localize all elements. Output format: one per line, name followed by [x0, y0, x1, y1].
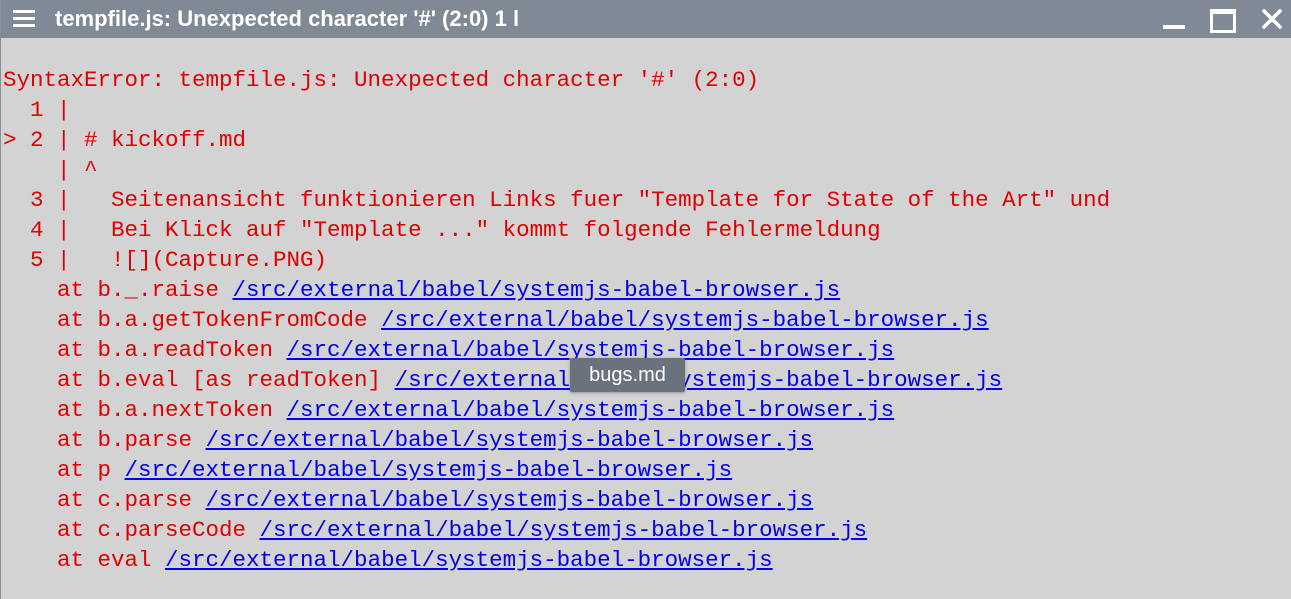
- stack-frame-link[interactable]: /src/external/babel/systemjs-babel-brows…: [206, 487, 814, 513]
- stack-frame-link[interactable]: /src/external/babel/systemjs-babel-brows…: [287, 397, 895, 423]
- error-content: SyntaxError: tempfile.js: Unexpected cha…: [1, 38, 1291, 599]
- stack-frame: at b.parse /src/external/babel/systemjs-…: [3, 425, 1110, 455]
- stack-frame-function: at b.eval [as readToken]: [3, 367, 395, 393]
- code-frame-line: 5 | ![](Capture.PNG): [3, 247, 328, 273]
- code-frame-line: 1 |: [3, 97, 71, 123]
- stack-frame-link[interactable]: /src/external/babel/systemjs-babel-brows…: [381, 307, 989, 333]
- error-message: SyntaxError: tempfile.js: Unexpected cha…: [3, 67, 760, 93]
- code-frame-line: 3 | Seitenansicht funktionieren Links fu…: [3, 187, 1111, 213]
- tooltip: bugs.md: [570, 358, 685, 392]
- stack-frame: at b._.raise /src/external/babel/systemj…: [3, 275, 1110, 305]
- stack-frame-function: at b.a.getTokenFromCode: [3, 307, 382, 333]
- stack-frame-link[interactable]: /src/external/babel/systemjs-babel-brows…: [395, 367, 1003, 393]
- stack-frame-link[interactable]: /src/external/babel/systemjs-babel-brows…: [125, 457, 733, 483]
- error-window: tempfile.js: Unexpected character '#' (2…: [0, 0, 1291, 599]
- stack-frame-function: at b._.raise: [3, 277, 233, 303]
- stack-frame-link[interactable]: /src/external/babel/systemjs-babel-brows…: [233, 277, 841, 303]
- stack-frame: at b.a.readToken /src/external/babel/sys…: [3, 335, 1110, 365]
- stack-frame-link[interactable]: /src/external/babel/systemjs-babel-brows…: [260, 517, 868, 543]
- stack-frame-link[interactable]: /src/external/babel/systemjs-babel-brows…: [206, 427, 814, 453]
- code-frame-line: | ^: [3, 157, 98, 183]
- stack-frame-function: at b.a.nextToken: [3, 397, 287, 423]
- stack-frame-function: at b.a.readToken: [3, 337, 287, 363]
- close-icon[interactable]: [1259, 6, 1285, 32]
- stack-frame: at p /src/external/babel/systemjs-babel-…: [3, 455, 1110, 485]
- minimize-icon[interactable]: [1161, 6, 1187, 32]
- stack-frame-function: at c.parseCode: [3, 517, 260, 543]
- title-bar[interactable]: tempfile.js: Unexpected character '#' (2…: [1, 0, 1291, 38]
- stack-frame-function: at c.parse: [3, 487, 206, 513]
- maximize-icon[interactable]: [1209, 6, 1236, 33]
- stack-frame: at c.parse /src/external/babel/systemjs-…: [3, 485, 1110, 515]
- code-frame-line: > 2 | # kickoff.md: [3, 127, 247, 153]
- stack-frame-link[interactable]: /src/external/babel/systemjs-babel-brows…: [165, 547, 773, 573]
- stack-frame: at b.a.nextToken /src/external/babel/sys…: [3, 395, 1110, 425]
- error-log: SyntaxError: tempfile.js: Unexpected cha…: [3, 65, 1110, 575]
- stack-frame-function: at eval: [3, 547, 166, 573]
- stack-frame: at eval /src/external/babel/systemjs-bab…: [3, 545, 1110, 575]
- code-frame-line: 4 | Bei Klick auf "Template ..." kommt f…: [3, 217, 881, 243]
- stack-frame: at b.a.getTokenFromCode /src/external/ba…: [3, 305, 1110, 335]
- stack-frame: at b.eval [as readToken] /src/external/b…: [3, 365, 1110, 395]
- stack-frame-function: at b.parse: [3, 427, 206, 453]
- stack-frame-function: at p: [3, 457, 125, 483]
- stack-frame: at c.parseCode /src/external/babel/syste…: [3, 515, 1110, 545]
- window-title: tempfile.js: Unexpected character '#' (2…: [55, 6, 520, 31]
- hamburger-icon[interactable]: [13, 10, 35, 28]
